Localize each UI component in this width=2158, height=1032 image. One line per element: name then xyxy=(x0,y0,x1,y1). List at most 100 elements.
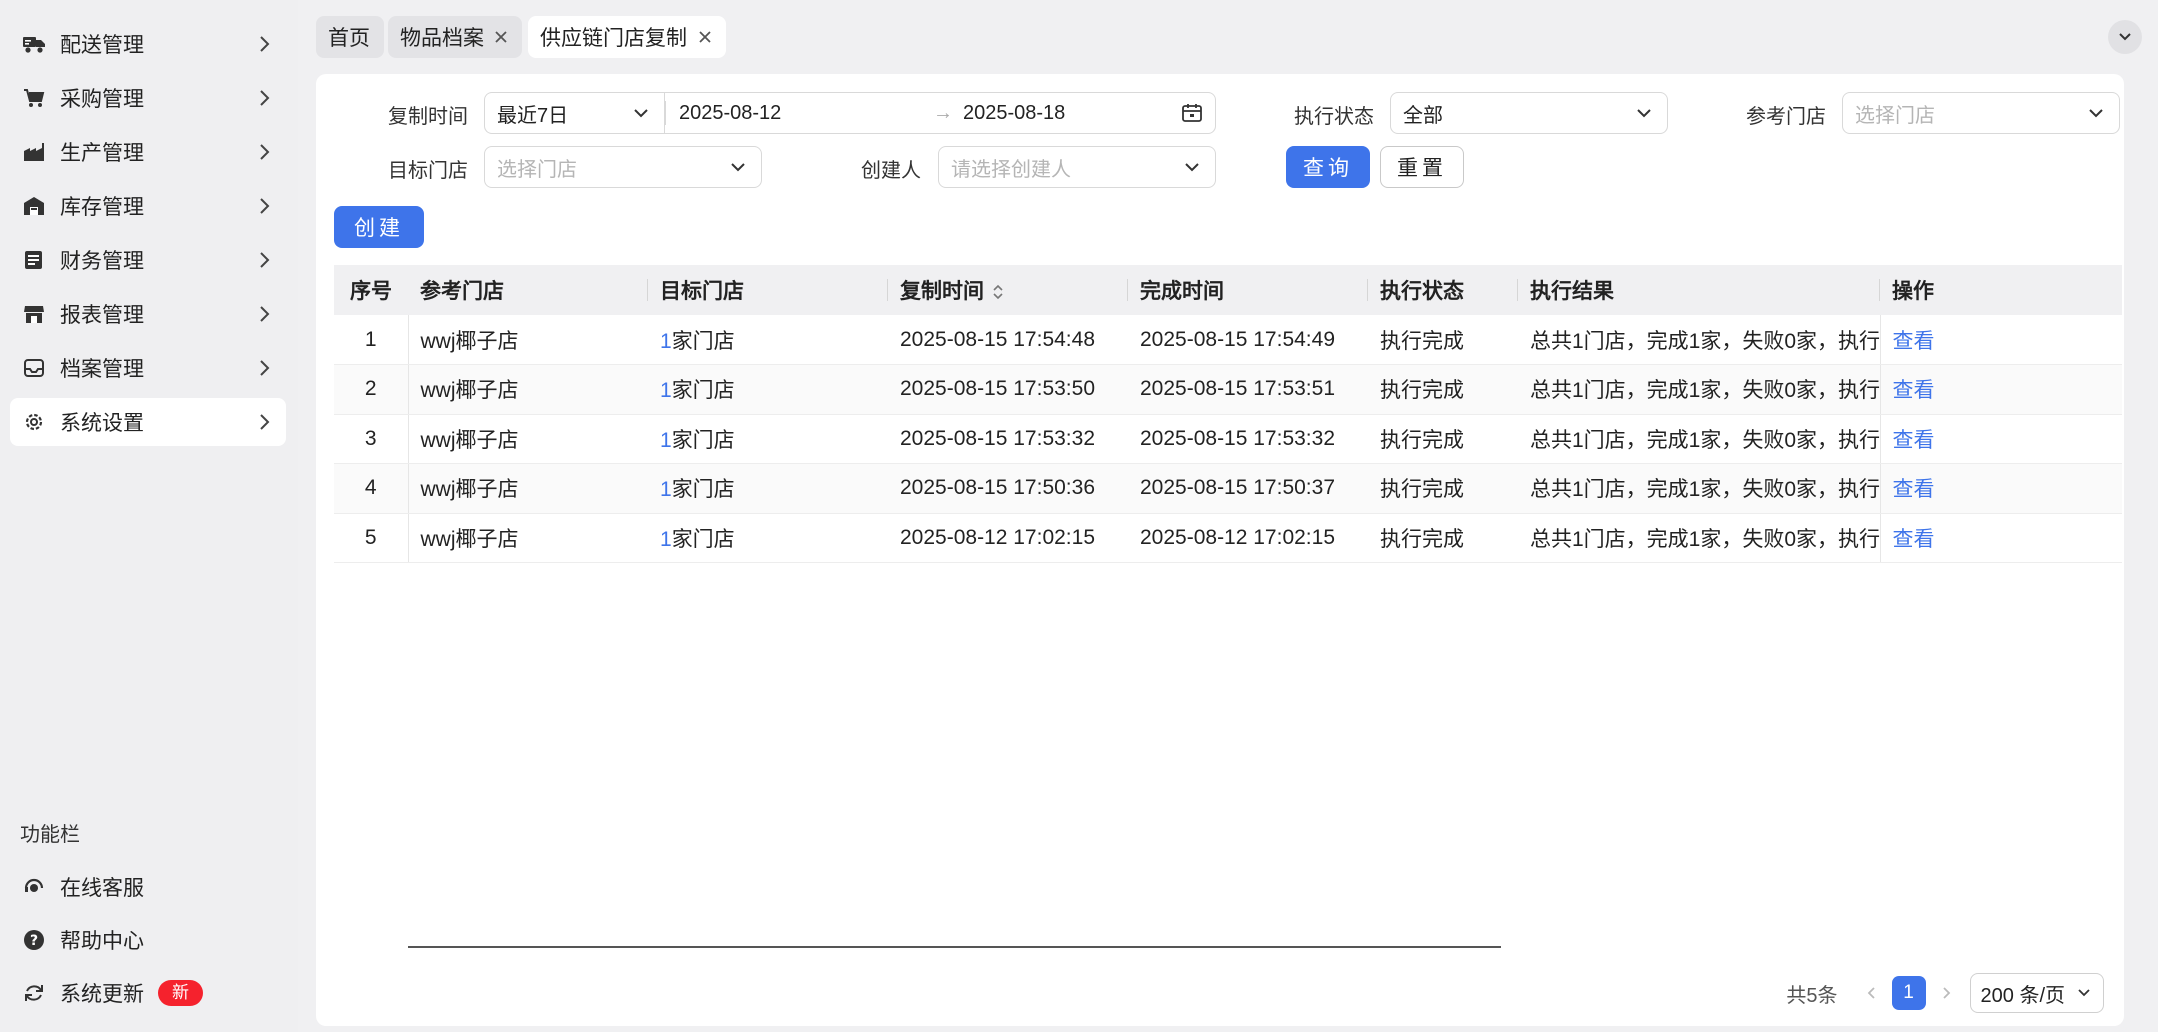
sidebar-item-label: 系统设置 xyxy=(60,412,144,435)
table-row: 2 wwj椰子店 1家门店 2025-08-15 17:53:50 2025-0… xyxy=(334,364,2122,415)
target-count-link[interactable]: 1 xyxy=(660,478,672,501)
range-preset-select[interactable]: 最近7日 xyxy=(484,92,664,134)
col-header-action: 操作 xyxy=(1880,265,2122,315)
view-link[interactable]: 查看 xyxy=(1893,528,1935,551)
ref-store-select[interactable]: 选择门店 xyxy=(1842,92,2120,134)
status-label: 执行状态 xyxy=(1294,106,1374,128)
horizontal-scrollbar[interactable] xyxy=(408,946,1501,948)
status-select[interactable]: 全部 xyxy=(1390,92,1668,134)
target-count-link[interactable]: 1 xyxy=(660,528,672,551)
help-center-item[interactable]: ? 帮助中心 xyxy=(10,918,286,962)
tab-label: 物品档案 xyxy=(400,27,484,50)
cell-target-store: 1家门店 xyxy=(648,364,888,415)
date-end-input[interactable]: 2025-08-18 xyxy=(963,102,1065,125)
creator-select[interactable]: 请选择创建人 xyxy=(938,146,1216,188)
close-icon[interactable] xyxy=(490,26,512,48)
cell-ref-store: wwj椰子店 xyxy=(408,364,648,415)
table-row: 3 wwj椰子店 1家门店 2025-08-15 17:53:32 2025-0… xyxy=(334,414,2122,464)
cell-result: 总共1门店，完成1家，失败0家，执行 xyxy=(1518,414,1881,464)
target-store-text: 家门店 xyxy=(671,478,735,502)
chevron-right-icon xyxy=(260,414,270,430)
sidebar-item-finance[interactable]: 财务管理 xyxy=(10,236,286,284)
cell-status: 执行完成 xyxy=(1368,463,1518,514)
system-update-item[interactable]: 系统更新 新 xyxy=(10,971,286,1015)
target-store-placeholder: 选择门店 xyxy=(497,158,577,181)
online-support-item[interactable]: 在线客服 xyxy=(10,865,286,909)
cell-copy-time: 2025-08-15 17:53:50 xyxy=(888,364,1128,415)
tab-label: 首页 xyxy=(328,27,370,50)
sidebar-item-settings[interactable]: 系统设置 xyxy=(10,398,286,446)
sidebar-item-production[interactable]: 生产管理 xyxy=(10,128,286,176)
cell-target-store: 1家门店 xyxy=(648,513,888,563)
sidebar-item-archives[interactable]: 档案管理 xyxy=(10,344,286,392)
creator-label: 创建人 xyxy=(861,160,921,182)
view-link[interactable]: 查看 xyxy=(1893,379,1935,402)
reset-button[interactable]: 重置 xyxy=(1380,146,1464,188)
gear-icon xyxy=(22,410,46,434)
cell-seq: 2 xyxy=(334,364,409,415)
range-preset-value: 最近7日 xyxy=(497,104,569,127)
cell-action: 查看 xyxy=(1880,364,2122,415)
target-store-select[interactable]: 选择门店 xyxy=(484,146,762,188)
cell-seq: 5 xyxy=(334,513,409,563)
target-count-link[interactable]: 1 xyxy=(660,330,672,353)
tab-store-copy[interactable]: 供应链门店复制 xyxy=(528,16,726,58)
total-count: 共5条 xyxy=(1786,984,1838,1007)
tabs-dropdown-button[interactable] xyxy=(2108,20,2142,54)
date-start-input[interactable]: 2025-08-12 xyxy=(679,102,781,125)
col-header-seq: 序号 xyxy=(334,265,408,315)
query-button[interactable]: 查询 xyxy=(1286,146,1370,188)
util-label: 系统更新 xyxy=(60,983,144,1006)
cell-action: 查看 xyxy=(1880,315,2122,365)
cell-status: 执行完成 xyxy=(1368,315,1518,365)
cell-action: 查看 xyxy=(1880,414,2122,464)
sidebar-item-delivery[interactable]: 配送管理 xyxy=(10,20,286,68)
target-store-text: 家门店 xyxy=(671,379,735,403)
col-header-ref-store: 参考门店 xyxy=(408,265,648,315)
view-link[interactable]: 查看 xyxy=(1893,478,1935,501)
status-value: 全部 xyxy=(1403,104,1443,127)
page-size-select[interactable]: 200 条/页 xyxy=(1969,973,2104,1013)
cell-ref-store: wwj椰子店 xyxy=(408,414,648,464)
table-header-row: 序号 参考门店 目标门店 复制时间 完成时间 执行状态 执行结果 操作 xyxy=(334,265,2122,315)
refresh-icon xyxy=(22,981,46,1005)
function-section-title: 功能栏 xyxy=(20,824,80,846)
cell-copy-time: 2025-08-15 17:54:48 xyxy=(888,315,1128,365)
creator-placeholder: 请选择创建人 xyxy=(951,158,1071,181)
date-range-picker[interactable]: 2025-08-12 → 2025-08-18 xyxy=(664,92,1216,134)
sidebar-item-label: 报表管理 xyxy=(60,304,144,327)
chevron-down-icon xyxy=(2119,33,2131,41)
next-page-button[interactable] xyxy=(1932,979,1960,1007)
store-icon xyxy=(22,302,46,326)
chevron-right-icon xyxy=(260,306,270,322)
cell-seq: 3 xyxy=(334,414,409,464)
prev-page-button[interactable] xyxy=(1858,979,1886,1007)
cell-done-time: 2025-08-15 17:53:51 xyxy=(1128,364,1368,415)
close-icon[interactable] xyxy=(694,26,716,48)
sort-icon[interactable] xyxy=(992,283,1004,301)
target-count-link[interactable]: 1 xyxy=(660,379,672,402)
cell-seq: 4 xyxy=(334,463,409,514)
warehouse-icon xyxy=(22,194,46,218)
sidebar-item-inventory[interactable]: 库存管理 xyxy=(10,182,286,230)
target-count-link[interactable]: 1 xyxy=(660,429,672,452)
help-icon: ? xyxy=(22,928,46,952)
chevron-right-icon xyxy=(260,198,270,214)
sidebar-item-purchase[interactable]: 采购管理 xyxy=(10,74,286,122)
pagination: 共5条 1 200 条/页 xyxy=(1786,972,2104,1014)
create-button[interactable]: 创建 xyxy=(334,206,424,248)
cell-ref-store: wwj椰子店 xyxy=(408,315,648,365)
tab-item-archive[interactable]: 物品档案 xyxy=(388,16,522,58)
sidebar-item-reports[interactable]: 报表管理 xyxy=(10,290,286,338)
tab-home[interactable]: 首页 xyxy=(316,16,384,58)
col-header-copy-time[interactable]: 复制时间 xyxy=(888,265,1128,315)
cell-action: 查看 xyxy=(1880,463,2122,514)
view-link[interactable]: 查看 xyxy=(1893,330,1935,353)
view-link[interactable]: 查看 xyxy=(1893,429,1935,452)
chevron-left-icon xyxy=(1867,987,1875,999)
factory-icon xyxy=(22,140,46,164)
chevron-down-icon xyxy=(634,109,648,118)
sidebar-item-label: 配送管理 xyxy=(60,34,144,57)
page-button-current[interactable]: 1 xyxy=(1891,976,1926,1010)
cell-target-store: 1家门店 xyxy=(648,315,888,365)
